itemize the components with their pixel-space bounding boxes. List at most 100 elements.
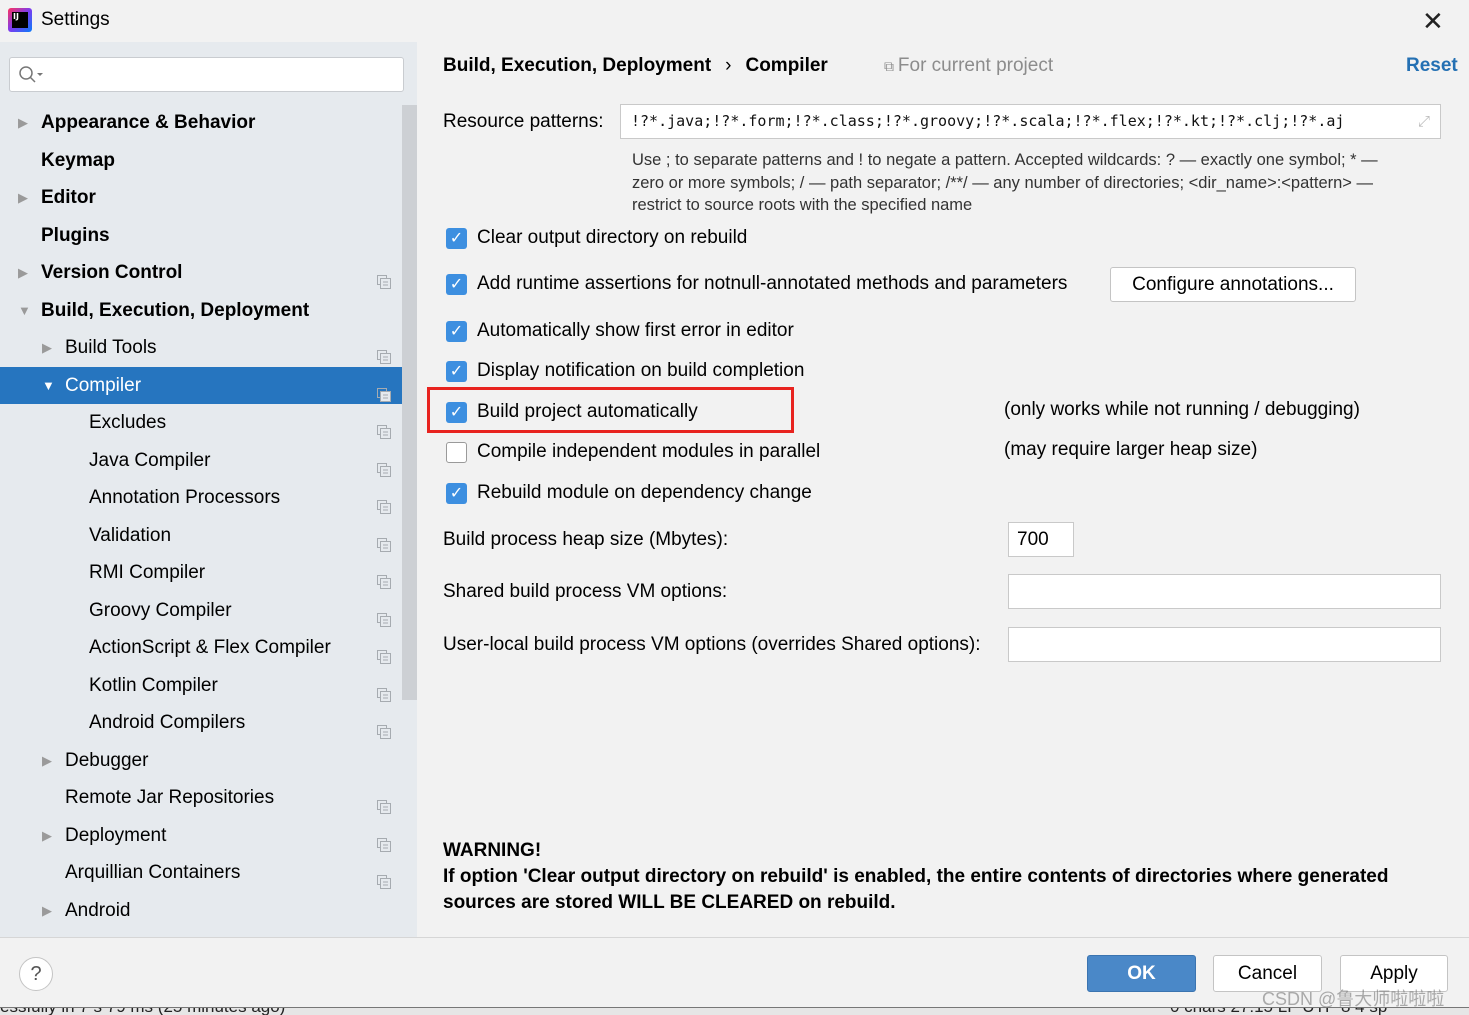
checkbox-label[interactable]: Automatically show first error in editor (477, 320, 794, 342)
warning-message: WARNING! If option 'Clear output directo… (443, 840, 1389, 913)
background-status-bar: essfully in 7 s 79 ms (25 minutes ago) 0… (0, 1007, 1469, 1015)
sidebar-item[interactable]: ▶ Editor (0, 179, 402, 216)
window-title: Settings (41, 9, 110, 30)
breadcrumb-separator: › (725, 55, 732, 76)
sidebar-item[interactable]: Arquillian Containers (0, 854, 402, 891)
sidebar-item-label: Annotation Processors (89, 487, 281, 508)
sidebar-item[interactable]: RMI Compiler (0, 554, 402, 591)
sidebar-item-label: Keymap (41, 149, 115, 171)
intellij-logo-icon: IJ (8, 8, 32, 32)
sidebar-item[interactable]: Excludes (0, 404, 402, 441)
resource-patterns-input[interactable]: !?*.java;!?*.form;!?*.class;!?*.groovy;!… (620, 104, 1441, 139)
project-level-icon (377, 528, 391, 552)
sidebar-item[interactable]: ▶ Appearance & Behavior (0, 104, 402, 141)
breadcrumb: Build, Execution, Deployment › Compiler (443, 55, 828, 77)
project-level-icon (377, 453, 391, 477)
project-level-icon (377, 678, 391, 702)
sidebar-item[interactable]: Validation (0, 517, 402, 554)
help-button[interactable]: ? (19, 957, 53, 991)
sidebar-item[interactable]: Kotlin Compiler (0, 667, 402, 704)
reset-link[interactable]: Reset (1406, 55, 1458, 77)
sidebar-item[interactable]: ▶ Deployment (0, 817, 402, 854)
sidebar-item[interactable]: Groovy Compiler (0, 592, 402, 629)
sidebar-item-label: Arquillian Containers (65, 862, 241, 883)
option-note: (only works while not running / debuggin… (1004, 399, 1360, 420)
sidebar-item[interactable]: ▶ Build Tools (0, 329, 402, 366)
checkbox-label[interactable]: Add runtime assertions for notnull-annot… (477, 273, 1067, 295)
checkbox-label[interactable]: Display notification on build completion (477, 360, 804, 382)
sidebar-item[interactable]: Plugins (0, 217, 402, 254)
chevron-right-icon[interactable]: ▶ (18, 104, 28, 141)
sidebar-item[interactable]: ▶ Android (0, 892, 402, 929)
sidebar-item[interactable]: ▼ Build, Execution, Deployment (0, 292, 402, 329)
title-bar: IJ Settings ✕ (0, 0, 1469, 42)
scope-label: ⧉ For current project (884, 55, 1054, 76)
chevron-right-icon[interactable]: ▶ (42, 742, 52, 779)
sidebar-item-label: Build Tools (65, 337, 157, 358)
project-level-icon (377, 828, 391, 852)
watermark: CSDN @鲁大师啦啦啦 (1262, 989, 1445, 1009)
chevron-down-icon[interactable]: ▼ (18, 292, 31, 329)
ok-button[interactable]: OK (1087, 955, 1196, 992)
configure-annotations-button[interactable]: Configure annotations... (1110, 267, 1356, 302)
chevron-right-icon[interactable]: ▶ (18, 179, 28, 216)
option-note: (may require larger heap size) (1004, 439, 1258, 460)
checkbox[interactable]: ✓ (446, 361, 467, 382)
checkbox[interactable]: ✓ (446, 321, 467, 342)
sidebar-item[interactable]: Android Compilers (0, 704, 402, 741)
breadcrumb-item: Compiler (745, 55, 828, 76)
sidebar-item-label: Debugger (65, 749, 149, 771)
chevron-down-icon[interactable]: ▼ (42, 367, 55, 404)
close-icon[interactable]: ✕ (1422, 6, 1444, 37)
sidebar-scrollbar[interactable] (402, 105, 417, 700)
sidebar-item-label: RMI Compiler (89, 562, 206, 583)
chevron-right-icon[interactable]: ▶ (42, 817, 52, 854)
checkbox[interactable]: ✓ (446, 483, 467, 504)
sidebar-item-label: Appearance & Behavior (41, 112, 256, 133)
heap-size-input[interactable]: 700 (1008, 522, 1074, 557)
chevron-right-icon[interactable]: ▶ (18, 254, 28, 291)
checkbox[interactable] (446, 442, 467, 463)
sidebar-item[interactable]: Java Compiler (0, 442, 402, 479)
sidebar-item-label: Plugins (41, 224, 110, 246)
sidebar-item-label: Build, Execution, Deployment (41, 299, 310, 321)
sidebar-item-label: Deployment (65, 824, 167, 846)
sidebar-item-label: Java Compiler (89, 449, 211, 471)
sidebar-item[interactable]: ▶ Version Control (0, 254, 402, 291)
checkbox[interactable]: ✓ (446, 228, 467, 249)
user-vm-options-label: User-local build process VM options (ove… (443, 634, 981, 655)
sidebar-item[interactable]: ▼ Compiler (0, 366, 417, 404)
chevron-right-icon[interactable]: ▶ (42, 892, 52, 929)
sidebar-item[interactable]: ▶ Debugger (0, 742, 402, 779)
project-level-icon (377, 378, 391, 402)
sidebar-item[interactable]: Remote Jar Repositories (0, 779, 402, 816)
checkbox[interactable]: ✓ (446, 274, 467, 295)
expand-icon[interactable]: ⤢ (1418, 105, 1430, 138)
project-level-icon (377, 865, 391, 889)
highlight-box (427, 387, 794, 433)
chevron-right-icon[interactable]: ▶ (42, 329, 52, 366)
shared-vm-options-input[interactable] (1008, 574, 1441, 609)
checkbox-label[interactable]: Compile independent modules in parallel (477, 441, 820, 463)
checkbox-label[interactable]: Rebuild module on dependency change (477, 482, 812, 504)
shared-vm-options-label: Shared build process VM options: (443, 581, 728, 602)
resource-patterns-help: Use ; to separate patterns and ! to nega… (632, 151, 1378, 214)
dialog-footer: ? OK Cancel Apply (0, 937, 1469, 1007)
user-vm-options-input[interactable] (1008, 627, 1441, 662)
sidebar-item-label: Validation (89, 524, 172, 546)
breadcrumb-item: Build, Execution, Deployment (443, 55, 712, 76)
sidebar-item-label: Kotlin Compiler (89, 674, 218, 696)
project-level-icon (377, 715, 391, 739)
project-icon: ⧉ (884, 58, 898, 74)
project-level-icon (377, 640, 391, 664)
sidebar-item[interactable]: ActionScript & Flex Compiler (0, 629, 402, 666)
sidebar-item[interactable]: Keymap (0, 142, 402, 179)
search-input[interactable] (9, 57, 404, 92)
sidebar-item-label: Excludes (89, 412, 167, 433)
project-level-icon (377, 265, 391, 289)
checkbox-label[interactable]: Clear output directory on rebuild (477, 227, 747, 249)
sidebar-item[interactable]: Annotation Processors (0, 479, 402, 516)
sidebar-item-label: Compiler (65, 374, 142, 396)
sidebar-item-label: Editor (41, 187, 96, 208)
project-level-icon (377, 415, 391, 439)
